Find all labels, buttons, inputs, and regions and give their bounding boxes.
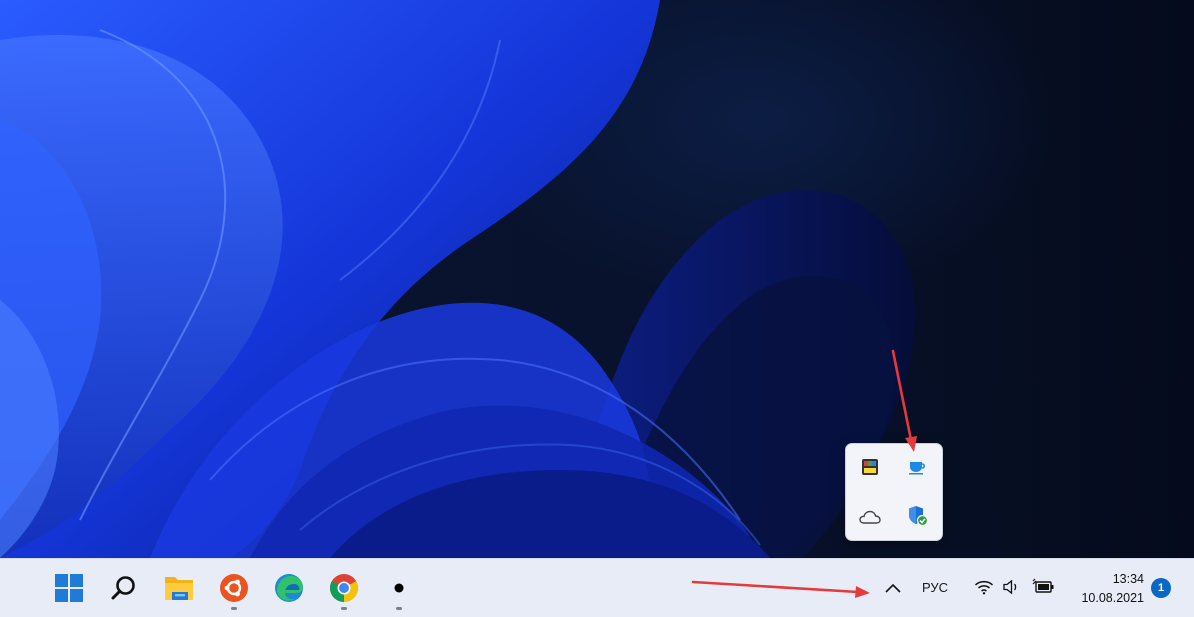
wallpaper-art xyxy=(0,0,916,558)
folder-icon xyxy=(165,577,193,600)
windows-start-icon xyxy=(55,574,83,602)
shield-check-icon[interactable] xyxy=(905,503,931,529)
unknown-app-button[interactable] xyxy=(378,567,420,609)
chrome-icon xyxy=(330,574,358,602)
color-palette-icon[interactable] xyxy=(857,454,883,480)
desktop-wallpaper xyxy=(0,0,1194,558)
ubuntu-running-indicator xyxy=(231,607,237,610)
volume-icon[interactable] xyxy=(1002,579,1024,599)
language-indicator[interactable]: РУС xyxy=(922,580,948,595)
tray-overflow-flyout xyxy=(845,443,943,541)
clock-date[interactable]: 10.08.2021 xyxy=(1070,591,1144,605)
wifi-icon[interactable] xyxy=(974,579,996,599)
ubuntu-icon xyxy=(220,574,248,602)
search-button[interactable] xyxy=(103,567,145,609)
start-button[interactable] xyxy=(48,567,90,609)
chrome-running-indicator xyxy=(341,607,347,610)
chrome-button[interactable] xyxy=(323,567,365,609)
battery-charging-icon[interactable] xyxy=(1032,578,1056,598)
taskbar: РУС 13:34 10.08.2021 1 xyxy=(0,558,1194,617)
edge-icon xyxy=(275,574,303,602)
search-icon xyxy=(111,576,135,600)
cloud-icon[interactable] xyxy=(857,504,883,530)
dot-icon xyxy=(394,583,404,593)
cup-icon[interactable] xyxy=(905,454,931,480)
notification-badge[interactable]: 1 xyxy=(1151,578,1171,598)
ubuntu-button[interactable] xyxy=(213,567,255,609)
show-hidden-icons-button[interactable] xyxy=(874,567,912,609)
unknown-app-running-indicator xyxy=(396,607,402,610)
file-explorer-button[interactable] xyxy=(158,567,200,609)
clock-time[interactable]: 13:34 xyxy=(1070,572,1144,586)
chevron-up-icon xyxy=(885,583,901,593)
edge-button[interactable] xyxy=(268,567,310,609)
